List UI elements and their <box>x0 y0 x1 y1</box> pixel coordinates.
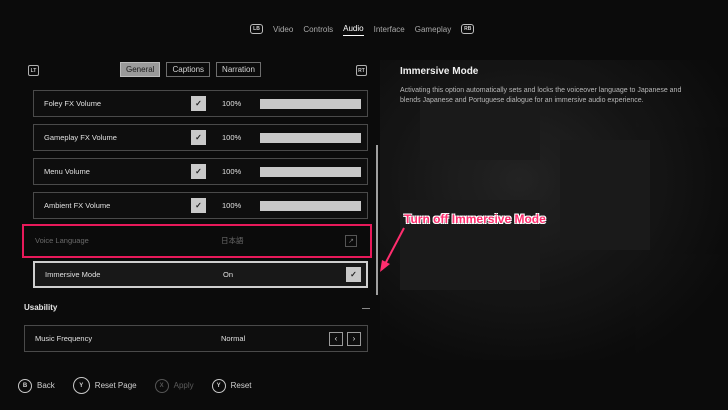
y-button-icon: Y <box>211 378 226 393</box>
footer-actions: B Back Y Reset Page X Apply Y Reset <box>18 377 270 394</box>
volume-percent: 100% <box>222 133 242 142</box>
setting-label: Ambient FX Volume <box>44 201 111 210</box>
immersive-mode-value: On <box>223 270 234 279</box>
annotation-highlight-box <box>22 224 372 258</box>
reset-button[interactable]: Y Reset <box>211 378 252 393</box>
checkmark-icon[interactable]: ✓ <box>346 267 361 282</box>
setting-label: Foley FX Volume <box>44 99 102 108</box>
tab-audio[interactable]: Audio <box>343 22 364 36</box>
setting-row-music-frequency[interactable]: Music Frequency Normal ‹ › <box>24 325 368 352</box>
volume-slider[interactable] <box>260 166 361 177</box>
checkmark-icon[interactable]: ✓ <box>191 198 206 213</box>
footer-label: Apply <box>173 381 194 390</box>
lb-bumper-icon[interactable]: LB <box>250 24 263 34</box>
subtab-captions[interactable]: Captions <box>166 62 211 77</box>
back-button[interactable]: B Back <box>18 378 55 393</box>
tab-interface[interactable]: Interface <box>374 23 405 36</box>
volume-slider[interactable] <box>260 98 361 109</box>
setting-row-immersive-mode[interactable]: Immersive Mode On ✓ <box>33 261 368 288</box>
x-button-icon: X <box>154 378 169 393</box>
apply-button[interactable]: X Apply <box>154 378 194 393</box>
b-button-icon: B <box>18 378 32 393</box>
chevron-left-icon[interactable]: ‹ <box>329 331 343 346</box>
volume-percent: 100% <box>222 167 242 176</box>
checkmark-icon[interactable]: ✓ <box>191 96 206 111</box>
tab-video[interactable]: Video <box>273 23 293 36</box>
checkmark-icon[interactable]: ✓ <box>191 164 206 179</box>
annotation-arrow-icon <box>380 227 405 272</box>
footer-label: Reset <box>230 381 252 390</box>
setting-row-foley-fx-volume[interactable]: Foley FX Volume ✓ 100% <box>33 90 368 117</box>
annotation-label: Turn off Immersive Mode <box>404 212 546 226</box>
setting-label: Gameplay FX Volume <box>44 133 117 142</box>
subtab-general[interactable]: General <box>120 62 161 77</box>
info-panel-description: Activating this option automatically set… <box>400 87 682 104</box>
music-frequency-stepper: ‹ › <box>329 331 361 346</box>
volume-percent: 100% <box>222 201 242 210</box>
section-heading-usability: Usability <box>24 303 58 312</box>
rt-trigger-icon[interactable]: RT <box>356 65 367 76</box>
setting-row-ambient-fx-volume[interactable]: Ambient FX Volume ✓ 100% <box>33 192 368 219</box>
top-nav: LB Video Controls Audio Interface Gamepl… <box>250 22 475 36</box>
volume-slider[interactable] <box>260 132 361 143</box>
setting-label: Immersive Mode <box>45 270 101 279</box>
lt-trigger-icon[interactable]: LT <box>28 65 39 76</box>
subtabs: General Captions Narration <box>120 62 261 77</box>
volume-percent: 100% <box>222 99 242 108</box>
footer-label: Back <box>37 381 55 390</box>
tab-gameplay[interactable]: Gameplay <box>415 23 451 36</box>
setting-label: Music Frequency <box>35 334 93 343</box>
rb-bumper-icon[interactable]: RB <box>461 24 475 34</box>
setting-row-menu-volume[interactable]: Menu Volume ✓ 100% <box>33 158 368 185</box>
tab-controls[interactable]: Controls <box>303 23 333 36</box>
setting-row-gameplay-fx-volume[interactable]: Gameplay FX Volume ✓ 100% <box>33 124 368 151</box>
info-panel-title: Immersive Mode <box>400 66 479 77</box>
subtab-narration[interactable]: Narration <box>216 62 261 77</box>
setting-label: Menu Volume <box>44 167 90 176</box>
checkmark-icon[interactable]: ✓ <box>191 130 206 145</box>
chevron-right-icon[interactable]: › <box>347 331 361 346</box>
y-button-icon: Y <box>72 377 90 394</box>
reset-page-button[interactable]: Y Reset Page <box>72 377 137 394</box>
footer-label: Reset Page <box>94 381 137 390</box>
volume-slider[interactable] <box>260 200 361 211</box>
section-divider <box>362 308 370 309</box>
music-frequency-value: Normal <box>221 334 246 343</box>
